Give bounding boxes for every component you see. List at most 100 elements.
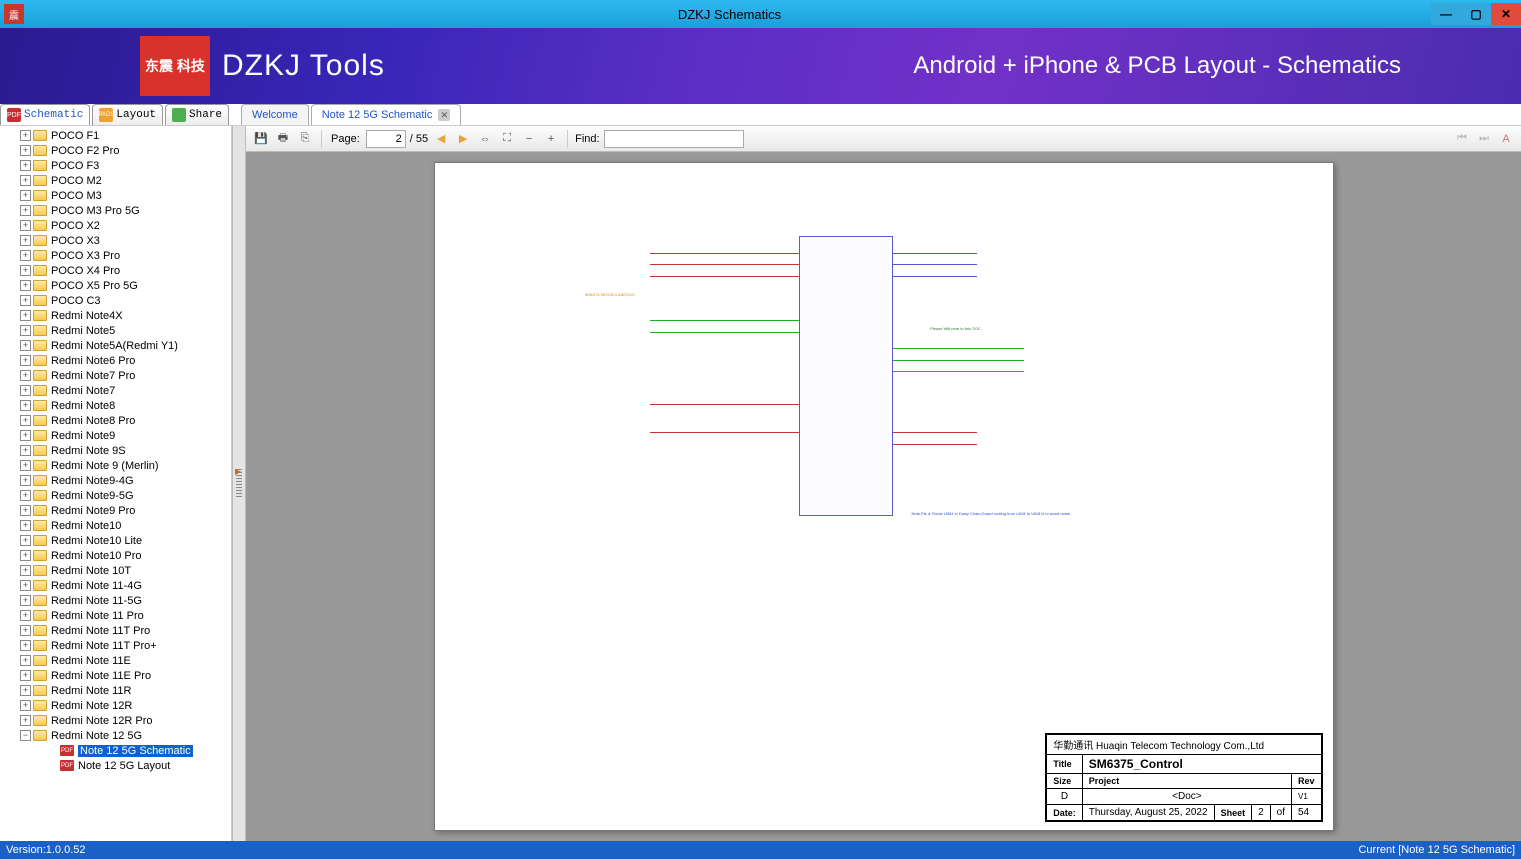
expand-icon[interactable] xyxy=(20,145,31,156)
expand-icon[interactable] xyxy=(20,460,31,471)
tree-item[interactable]: POCO X3 Pro xyxy=(0,248,231,263)
tree-item[interactable]: POCO M3 xyxy=(0,188,231,203)
page-canvas[interactable]: SM6375 MISCELLANEOUS Please Wifi near to… xyxy=(246,152,1521,841)
find-prev-icon[interactable]: ⏮ xyxy=(1453,130,1471,148)
expand-icon[interactable] xyxy=(20,220,31,231)
expand-icon[interactable] xyxy=(20,565,31,576)
expand-icon[interactable] xyxy=(20,235,31,246)
tree-item[interactable]: Redmi Note8 Pro xyxy=(0,413,231,428)
tree-item[interactable]: Redmi Note 11 Pro xyxy=(0,608,231,623)
expand-icon[interactable] xyxy=(20,670,31,681)
tree-item[interactable]: Redmi Note 11T Pro+ xyxy=(0,638,231,653)
expand-icon[interactable] xyxy=(20,625,31,636)
tree-item[interactable]: Redmi Note 9 (Merlin) xyxy=(0,458,231,473)
tree-item[interactable]: Redmi Note9 xyxy=(0,428,231,443)
expand-icon[interactable] xyxy=(20,265,31,276)
expand-icon[interactable] xyxy=(20,475,31,486)
tree-item[interactable]: Redmi Note 10T xyxy=(0,563,231,578)
tree-item[interactable]: Redmi Note6 Pro xyxy=(0,353,231,368)
doc-tab-active[interactable]: Note 12 5G Schematic ✕ xyxy=(311,104,462,125)
expand-icon[interactable] xyxy=(20,280,31,291)
expand-icon[interactable] xyxy=(20,370,31,381)
fit-page-icon[interactable]: ⛶ xyxy=(498,130,516,148)
expand-icon[interactable] xyxy=(20,205,31,216)
page-number-input[interactable] xyxy=(366,130,406,148)
tree-item[interactable]: POCO M3 Pro 5G xyxy=(0,203,231,218)
expand-icon[interactable] xyxy=(20,580,31,591)
tree-sidebar[interactable]: POCO F1POCO F2 ProPOCO F3POCO M2POCO M3P… xyxy=(0,126,232,841)
find-input[interactable] xyxy=(604,130,744,148)
maximize-button[interactable]: ▢ xyxy=(1461,3,1491,25)
expand-icon[interactable] xyxy=(20,355,31,366)
tree-item[interactable]: Redmi Note 11E xyxy=(0,653,231,668)
print-icon[interactable]: 🖶 xyxy=(274,130,292,148)
tree-item[interactable]: POCO F3 xyxy=(0,158,231,173)
tree-item[interactable]: Redmi Note 11T Pro xyxy=(0,623,231,638)
expand-icon[interactable] xyxy=(20,715,31,726)
tree-item[interactable]: Redmi Note5A(Redmi Y1) xyxy=(0,338,231,353)
expand-icon[interactable] xyxy=(20,520,31,531)
expand-icon[interactable] xyxy=(20,190,31,201)
find-next-icon[interactable]: ⏭ xyxy=(1475,130,1493,148)
tree-item[interactable]: Redmi Note 9S xyxy=(0,443,231,458)
tree-item[interactable]: Redmi Note4X xyxy=(0,308,231,323)
tree-item[interactable]: Redmi Note8 xyxy=(0,398,231,413)
tree-item[interactable]: Redmi Note 11-5G xyxy=(0,593,231,608)
expand-icon[interactable] xyxy=(20,385,31,396)
tree-item[interactable]: POCO X4 Pro xyxy=(0,263,231,278)
tree-item[interactable]: Redmi Note 11R xyxy=(0,683,231,698)
expand-icon[interactable] xyxy=(20,595,31,606)
copy-icon[interactable]: ⎘ xyxy=(296,130,314,148)
tab-share[interactable]: Share xyxy=(165,104,229,125)
expand-icon[interactable] xyxy=(20,505,31,516)
tree-item-file[interactable]: PDFNote 12 5G Layout xyxy=(0,758,231,773)
close-button[interactable]: ✕ xyxy=(1491,3,1521,25)
expand-icon[interactable] xyxy=(20,655,31,666)
expand-icon[interactable] xyxy=(20,175,31,186)
tree-item-file[interactable]: PDFNote 12 5G Schematic xyxy=(0,743,231,758)
tree-item[interactable]: POCO M2 xyxy=(0,173,231,188)
tree-item[interactable]: POCO X3 xyxy=(0,233,231,248)
minimize-button[interactable]: — xyxy=(1431,3,1461,25)
expand-icon[interactable] xyxy=(20,250,31,261)
tree-item[interactable]: Redmi Note10 Lite xyxy=(0,533,231,548)
splitter[interactable] xyxy=(232,126,246,841)
zoom-out-icon[interactable]: − xyxy=(520,130,538,148)
tree-item[interactable]: Redmi Note7 Pro xyxy=(0,368,231,383)
tree-item[interactable]: Redmi Note9 Pro xyxy=(0,503,231,518)
expand-icon[interactable] xyxy=(20,430,31,441)
next-page-icon[interactable]: ▶ xyxy=(454,130,472,148)
tree-item[interactable]: Redmi Note9-4G xyxy=(0,473,231,488)
close-icon[interactable]: ✕ xyxy=(438,109,450,121)
tree-item[interactable]: Redmi Note9-5G xyxy=(0,488,231,503)
fit-width-icon[interactable]: ⇔ xyxy=(476,130,494,148)
expand-icon[interactable] xyxy=(20,535,31,546)
text-tool-icon[interactable]: A xyxy=(1497,130,1515,148)
save-icon[interactable]: 💾 xyxy=(252,130,270,148)
prev-page-icon[interactable]: ◀ xyxy=(432,130,450,148)
tree-item[interactable]: POCO X2 xyxy=(0,218,231,233)
expand-icon[interactable] xyxy=(20,610,31,621)
expand-icon[interactable] xyxy=(20,295,31,306)
tree-item[interactable]: Redmi Note10 Pro xyxy=(0,548,231,563)
expand-icon[interactable] xyxy=(20,160,31,171)
expand-icon[interactable] xyxy=(20,400,31,411)
tree-item[interactable]: Redmi Note 11E Pro xyxy=(0,668,231,683)
tab-layout[interactable]: PADS Layout xyxy=(92,104,163,125)
expand-icon[interactable] xyxy=(20,640,31,651)
expand-icon[interactable] xyxy=(20,130,31,141)
tree-item[interactable]: POCO F2 Pro xyxy=(0,143,231,158)
tree-item[interactable]: POCO F1 xyxy=(0,128,231,143)
doc-tab-welcome[interactable]: Welcome xyxy=(241,104,309,125)
tree-item[interactable]: Redmi Note 12 5G xyxy=(0,728,231,743)
tree-item[interactable]: Redmi Note5 xyxy=(0,323,231,338)
tree-item[interactable]: Redmi Note 12R xyxy=(0,698,231,713)
tab-schematic[interactable]: PDF Schematic xyxy=(0,104,90,125)
expand-icon[interactable] xyxy=(20,340,31,351)
expand-icon[interactable] xyxy=(20,415,31,426)
expand-icon[interactable] xyxy=(20,550,31,561)
expand-icon[interactable] xyxy=(20,445,31,456)
expand-icon[interactable] xyxy=(20,700,31,711)
expand-icon[interactable] xyxy=(20,310,31,321)
expand-icon[interactable] xyxy=(20,685,31,696)
